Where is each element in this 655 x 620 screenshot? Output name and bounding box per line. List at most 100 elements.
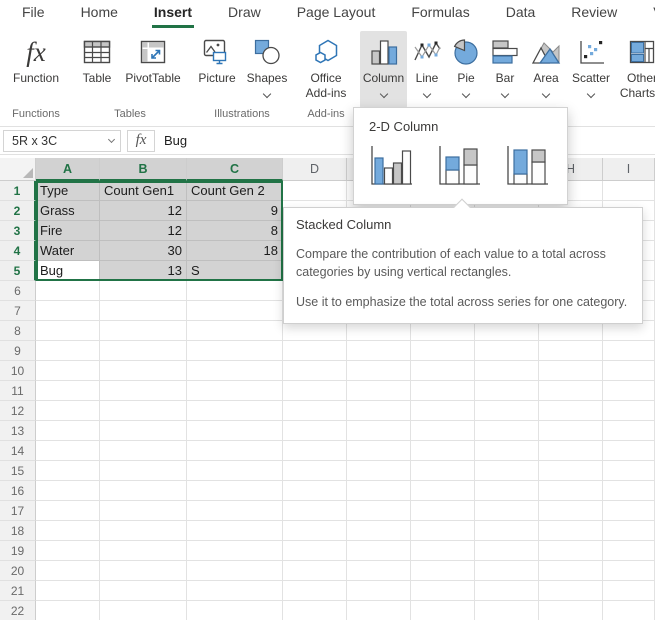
col-header-B[interactable]: B [100,158,187,181]
cell-H12[interactable] [539,401,603,421]
table-button[interactable]: Table [74,31,120,108]
cell-A2[interactable]: Grass [36,201,100,221]
cell-F19[interactable] [411,541,475,561]
cell-G13[interactable] [475,421,539,441]
cell-G17[interactable] [475,501,539,521]
cell-F17[interactable] [411,501,475,521]
name-box[interactable]: 5R x 3C [3,130,121,152]
cell-B9[interactable] [100,341,187,361]
cell-C4[interactable]: 18 [187,241,283,261]
row-header-11[interactable]: 11 [0,381,36,401]
cell-I16[interactable] [603,481,655,501]
cell-E12[interactable] [347,401,411,421]
cell-I1[interactable] [603,181,655,201]
row-header-8[interactable]: 8 [0,321,36,341]
tab-review[interactable]: Review [569,0,619,28]
tab-home[interactable]: Home [79,0,120,28]
cell-D15[interactable] [283,461,347,481]
cell-B11[interactable] [100,381,187,401]
cell-B13[interactable] [100,421,187,441]
col-header-D[interactable]: D [283,158,347,181]
cell-A3[interactable]: Fire [36,221,100,241]
cell-B1[interactable]: Count Gen1 [100,181,187,201]
cell-G15[interactable] [475,461,539,481]
cell-C7[interactable] [187,301,283,321]
cell-B15[interactable] [100,461,187,481]
cell-G21[interactable] [475,581,539,601]
cell-G12[interactable] [475,401,539,421]
cell-C8[interactable] [187,321,283,341]
cell-I9[interactable] [603,341,655,361]
cell-I19[interactable] [603,541,655,561]
cell-C2[interactable]: 9 [187,201,283,221]
cell-A1[interactable]: Type [36,181,100,201]
cell-C22[interactable] [187,601,283,620]
cell-E17[interactable] [347,501,411,521]
cell-G16[interactable] [475,481,539,501]
cell-A4[interactable]: Water [36,241,100,261]
cell-H19[interactable] [539,541,603,561]
row-header-19[interactable]: 19 [0,541,36,561]
line-chart-button[interactable]: Line [407,31,447,108]
cell-D21[interactable] [283,581,347,601]
scatter-chart-button[interactable]: Scatter [567,31,615,108]
row-header-3[interactable]: 3 [0,221,36,241]
cell-I11[interactable] [603,381,655,401]
row-header-21[interactable]: 21 [0,581,36,601]
cell-I17[interactable] [603,501,655,521]
cell-A18[interactable] [36,521,100,541]
cell-A17[interactable] [36,501,100,521]
cell-C6[interactable] [187,281,283,301]
cell-C1[interactable]: Count Gen 2 [187,181,283,201]
cell-A21[interactable] [36,581,100,601]
row-header-7[interactable]: 7 [0,301,36,321]
row-header-6[interactable]: 6 [0,281,36,301]
cell-C20[interactable] [187,561,283,581]
cell-E9[interactable] [347,341,411,361]
cell-A16[interactable] [36,481,100,501]
cell-G10[interactable] [475,361,539,381]
cell-E14[interactable] [347,441,411,461]
stacked-column-thumb-icon[interactable] [436,142,482,188]
cell-I10[interactable] [603,361,655,381]
cell-D9[interactable] [283,341,347,361]
tab-file[interactable]: File [20,0,47,28]
cell-B10[interactable] [100,361,187,381]
cell-H20[interactable] [539,561,603,581]
cell-E11[interactable] [347,381,411,401]
cell-H9[interactable] [539,341,603,361]
col-header-I[interactable]: I [603,158,655,181]
cell-D19[interactable] [283,541,347,561]
cell-D1[interactable] [283,181,347,201]
pie-chart-button[interactable]: Pie [447,31,485,108]
cell-B3[interactable]: 12 [100,221,187,241]
cell-C13[interactable] [187,421,283,441]
cell-B12[interactable] [100,401,187,421]
cell-H11[interactable] [539,381,603,401]
cell-C18[interactable] [187,521,283,541]
tab-insert[interactable]: Insert [152,0,194,28]
cell-H21[interactable] [539,581,603,601]
cell-D14[interactable] [283,441,347,461]
cell-C21[interactable] [187,581,283,601]
cell-F20[interactable] [411,561,475,581]
cell-C19[interactable] [187,541,283,561]
cell-F13[interactable] [411,421,475,441]
cell-G19[interactable] [475,541,539,561]
cell-C3[interactable]: 8 [187,221,283,241]
cell-F22[interactable] [411,601,475,620]
cell-H13[interactable] [539,421,603,441]
tab-draw[interactable]: Draw [226,0,263,28]
col-header-A[interactable]: A [36,158,100,181]
row-header-17[interactable]: 17 [0,501,36,521]
cell-H16[interactable] [539,481,603,501]
cell-B21[interactable] [100,581,187,601]
cell-D10[interactable] [283,361,347,381]
cell-E16[interactable] [347,481,411,501]
row-header-10[interactable]: 10 [0,361,36,381]
row-header-4[interactable]: 4 [0,241,36,261]
cell-H22[interactable] [539,601,603,620]
cell-B7[interactable] [100,301,187,321]
cell-A15[interactable] [36,461,100,481]
tab-page-layout[interactable]: Page Layout [295,0,378,28]
